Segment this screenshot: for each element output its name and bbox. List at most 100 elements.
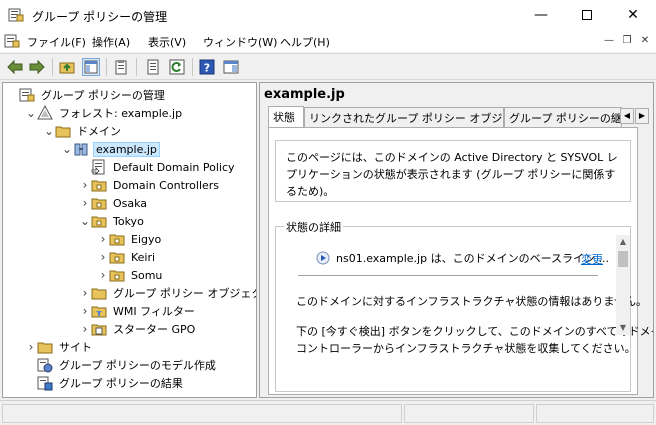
back-button[interactable]: [6, 58, 24, 76]
collapsed-chevron-icon[interactable]: ›: [79, 286, 91, 300]
gpm-icon: [19, 87, 35, 103]
close-icon: ✕: [627, 7, 639, 23]
forest-icon: [37, 104, 53, 121]
tree-node-label: スターター GPO: [113, 323, 196, 336]
properties-button[interactable]: [112, 58, 130, 76]
scroll-down-icon[interactable]: ▼: [616, 321, 630, 335]
status-details-group: 状態の詳細 ns01.example.jp は、このドメインのベースライン ..…: [275, 219, 653, 392]
starter-gpo-icon: [91, 321, 107, 337]
collapsed-chevron-icon[interactable]: ›: [25, 340, 37, 354]
info-circle-icon: [316, 251, 330, 265]
tab-strip: 状態 リンクされたグループ ポリシー オブジェクト グループ ポリシーの継承: [268, 106, 628, 128]
tab-status[interactable]: 状態: [268, 106, 304, 128]
domain-icon: [73, 141, 89, 157]
collapsed-chevron-icon[interactable]: ›: [97, 232, 109, 246]
window-title: グループ ポリシーの管理: [32, 10, 168, 24]
detect-instructions-line-2: コントローラーからインフラストラクチャ状態を収集してください。: [296, 342, 636, 355]
mdi-minimize-button[interactable]: —: [602, 34, 616, 48]
help-button[interactable]: ?: [198, 58, 216, 76]
tree-node[interactable]: › Somu: [97, 266, 164, 284]
expand-chevron-icon[interactable]: ⌄: [25, 106, 37, 120]
tree-node[interactable]: Default Domain Policy: [79, 158, 237, 176]
show-hide-tree-button[interactable]: [82, 58, 100, 76]
results-icon: [37, 375, 53, 391]
status-tab-panel: このページには、このドメインの Active Directory と SYSVO…: [268, 127, 653, 395]
minimize-icon: —: [534, 7, 548, 23]
menu-window[interactable]: ウィンドウ(W): [203, 34, 277, 50]
baseline-text: ns01.example.jp は、このドメインのベースライン ...: [336, 252, 610, 265]
tree-node-label: WMI フィルター: [113, 305, 195, 318]
tree-node[interactable]: › Domain Controllers: [79, 176, 221, 194]
tree-node[interactable]: › Keiri: [97, 248, 157, 266]
back-arrow-icon: [7, 60, 23, 74]
wmi-icon: [91, 303, 107, 319]
scroll-thumb[interactable]: [618, 251, 628, 267]
tree-node-label: Osaka: [113, 196, 148, 210]
tab-scroll-right-button[interactable]: ▶: [635, 108, 649, 124]
expand-chevron-icon[interactable]: ⌄: [61, 142, 73, 156]
tab-gp-inheritance[interactable]: グループ ポリシーの継承: [504, 107, 622, 127]
folder-icon: [91, 285, 107, 301]
console-tree[interactable]: グループ ポリシーの管理 ⌄ フォレスト: example.jp ⌄ ドメイン ⌄ exam…: [2, 82, 257, 398]
tree-node-label: example.jp: [93, 141, 160, 157]
tree-node[interactable]: ⌄ example.jp: [61, 140, 160, 158]
tree-node[interactable]: ⌄ Tokyo: [79, 212, 146, 230]
mdi-close-button[interactable]: ✕: [638, 34, 652, 48]
tree-node[interactable]: › サイト: [25, 338, 94, 356]
gpm-app-icon: [8, 8, 24, 22]
svg-text:?: ?: [204, 62, 210, 75]
collapsed-chevron-icon[interactable]: ›: [97, 250, 109, 264]
details-scrollbar[interactable]: ▲ ▼: [616, 235, 630, 335]
tree-node-label: Somu: [131, 268, 163, 282]
up-level-button[interactable]: [58, 58, 76, 76]
collapsed-chevron-icon[interactable]: ›: [97, 268, 109, 282]
change-link[interactable]: 変更: [581, 251, 603, 267]
export-list-button[interactable]: [144, 58, 162, 76]
tree-node[interactable]: ⌄ ドメイン: [43, 122, 123, 140]
tree-node[interactable]: › WMI フィルター: [79, 302, 197, 320]
toolbar-separator: [192, 58, 193, 76]
menu-file[interactable]: ファイル(F): [27, 34, 86, 50]
toolbar-separator: [136, 58, 137, 76]
menu-help[interactable]: ヘルプ(H): [280, 34, 330, 50]
tree-node[interactable]: › グループ ポリシー オブジェクト: [79, 284, 256, 302]
refresh-icon: [169, 59, 185, 75]
expand-chevron-icon[interactable]: ⌄: [79, 214, 91, 228]
expand-chevron-icon[interactable]: ⌄: [43, 124, 55, 138]
minimize-button[interactable]: —: [518, 0, 564, 30]
menu-action[interactable]: 操作(A): [92, 34, 130, 50]
tab-scroll-left-button[interactable]: ◀: [620, 108, 634, 124]
maximize-button[interactable]: [564, 0, 610, 30]
tab-linked-gpos[interactable]: リンクされたグループ ポリシー オブジェクト: [304, 107, 504, 127]
tree-node-label: Tokyo: [113, 214, 144, 228]
tree-node[interactable]: › スターター GPO: [79, 320, 197, 338]
forward-button[interactable]: [28, 58, 46, 76]
collapsed-chevron-icon[interactable]: ›: [79, 178, 91, 192]
tree-node[interactable]: グループ ポリシーのモデル作成: [25, 356, 218, 374]
menu-bar: ファイル(F) 操作(A) 表示(V) ウィンドウ(W) ヘルプ(H) — ❐ …: [0, 30, 656, 52]
collapsed-chevron-icon[interactable]: ›: [79, 196, 91, 210]
menu-view[interactable]: 表示(V): [148, 34, 186, 50]
maximize-icon: [582, 10, 592, 20]
tree-node-label: グループ ポリシーの結果: [59, 377, 183, 390]
mdi-restore-button[interactable]: ❐: [620, 34, 634, 48]
tree-node-label: Domain Controllers: [113, 178, 220, 192]
refresh-button[interactable]: [168, 58, 186, 76]
no-infra-info-text: このドメインに対するインフラストラクチャ状態の情報はありません。: [296, 295, 648, 308]
tree-node-label: グループ ポリシーのモデル作成: [59, 359, 216, 372]
status-segment: [2, 404, 402, 423]
scroll-up-icon[interactable]: ▲: [616, 235, 630, 249]
mdi-document-icon[interactable]: [4, 33, 20, 49]
export-list-icon: [147, 59, 159, 75]
tree-node[interactable]: グループ ポリシーの結果: [25, 374, 185, 392]
forward-arrow-icon: [29, 60, 45, 74]
folder-icon: [37, 339, 53, 355]
tree-node[interactable]: ⌄ フォレスト: example.jp: [25, 104, 184, 122]
collapsed-chevron-icon[interactable]: ›: [79, 304, 91, 318]
show-action-pane-button[interactable]: [222, 58, 240, 76]
tree-node[interactable]: グループ ポリシーの管理: [7, 86, 167, 104]
tree-node[interactable]: › Eigyo: [97, 230, 163, 248]
collapsed-chevron-icon[interactable]: ›: [79, 322, 91, 336]
close-button[interactable]: ✕: [610, 0, 656, 30]
tree-node[interactable]: › Osaka: [79, 194, 149, 212]
